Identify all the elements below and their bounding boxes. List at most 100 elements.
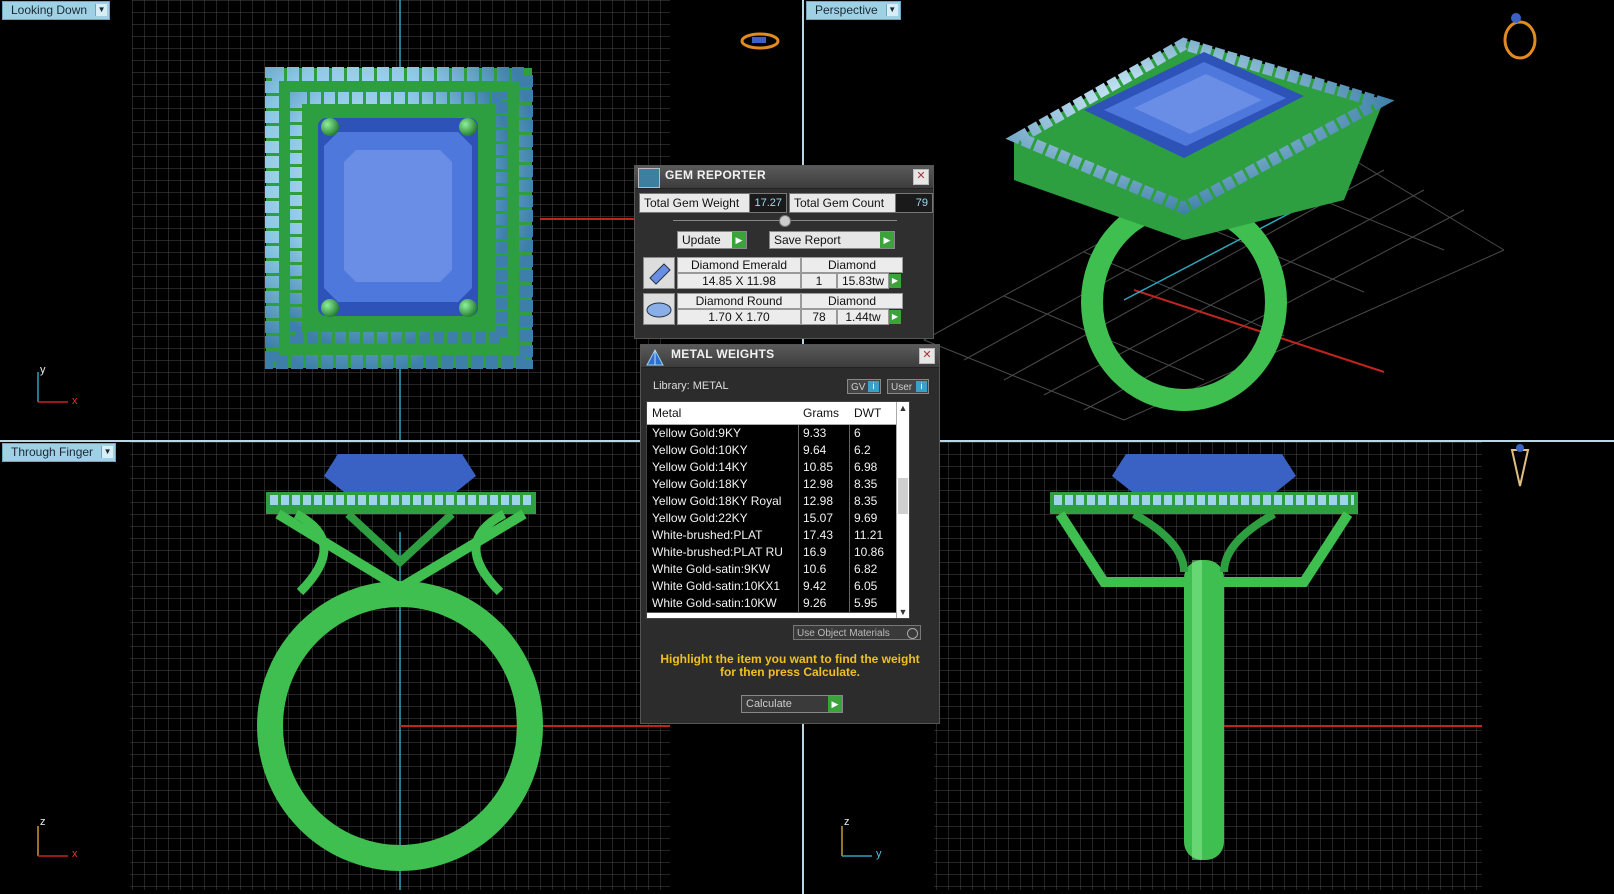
grams-cell: 12.98 <box>799 493 850 510</box>
gv-toggle[interactable]: GV i <box>847 379 881 394</box>
play-icon: ▶ <box>828 696 842 712</box>
metal-name-cell: Yellow Gold:22KY <box>647 510 799 527</box>
metal-name-cell: Yellow Gold:9KY <box>647 425 799 442</box>
table-row[interactable]: Yellow Gold:18KY Royal 12.98 8.35 <box>647 493 907 511</box>
grams-cell: 16.9 <box>799 544 850 561</box>
scroll-up-icon[interactable]: ▲ <box>897 402 909 414</box>
calculate-button[interactable]: Calculate ▶ <box>741 695 843 713</box>
grams-cell: 10.85 <box>799 459 850 476</box>
gem-reporter-panel: GEM REPORTER ✕ Total Gem Weight 17.27 To… <box>634 165 934 339</box>
table-row[interactable]: Yellow Gold:18KY 12.98 8.35 <box>647 476 907 494</box>
metal-name-cell: White Gold-satin:10KW <box>647 595 799 612</box>
grams-cell: 15.07 <box>799 510 850 527</box>
table-row[interactable]: White Gold-satin:10KX1 9.42 6.05 <box>647 578 907 596</box>
close-icon[interactable]: ✕ <box>919 348 935 364</box>
gem-weight: 1.44tw <box>837 309 889 325</box>
grams-cell: 9.42 <box>799 578 850 595</box>
total-gem-weight-label: Total Gem Weight <box>639 193 759 213</box>
gem-row-go-icon[interactable]: ▶ <box>889 274 901 288</box>
save-report-button[interactable]: Save Report ▶ <box>769 231 895 249</box>
axis-label-x: x <box>72 395 78 407</box>
table-row[interactable]: White-brushed:PLAT RU 16.9 10.86 <box>647 544 907 562</box>
axis-label-y: y <box>40 364 46 376</box>
slider-knob[interactable] <box>779 215 791 227</box>
library-label: Library: METAL <box>653 380 729 392</box>
update-button[interactable]: Update ▶ <box>677 231 747 249</box>
axis-label-z: z <box>40 816 46 828</box>
metal-name-cell: Yellow Gold:14KY <box>647 459 799 476</box>
save-report-label: Save Report <box>774 233 841 247</box>
metal-name-cell: White-brushed:PLAT RU <box>647 544 799 561</box>
radio-icon <box>907 628 918 639</box>
grams-cell: 17.43 <box>799 527 850 544</box>
column-header-grams[interactable]: Grams <box>803 402 839 424</box>
metal-weights-panel: METAL WEIGHTS ✕ Library: METAL GV i User… <box>640 344 940 724</box>
viewport-menu-through-finger[interactable]: Through Finger ▼ <box>2 443 117 462</box>
chevron-down-icon[interactable]: ▼ <box>885 4 898 16</box>
gem-size: 1.70 X 1.70 <box>677 309 801 325</box>
table-row[interactable]: White Gold-satin:10KW 9.26 5.95 <box>647 595 907 613</box>
close-icon[interactable]: ✕ <box>913 169 929 185</box>
play-icon: ▶ <box>732 232 746 248</box>
gem-count: 1 <box>801 273 837 289</box>
gem-row[interactable]: Diamond Emerald Diamond 14.85 X 11.98 1 … <box>643 257 906 289</box>
viewport-menu-looking-down[interactable]: Looking Down ▼ <box>2 1 111 20</box>
grams-cell: 9.64 <box>799 442 850 459</box>
metal-name-cell: White Gold-satin:9KW <box>647 561 799 578</box>
table-scrollbar[interactable]: ▲ ▼ <box>896 402 909 618</box>
axis-label-z: z <box>844 816 850 828</box>
gem-row[interactable]: Diamond Round Diamond 1.70 X 1.70 78 1.4… <box>643 293 906 325</box>
metal-name-cell: Yellow Gold:18KY Royal <box>647 493 799 510</box>
metal-weights-table[interactable]: Metal Grams DWT Yellow Gold:9KY 9.33 6 Yell… <box>646 401 910 619</box>
update-label: Update <box>682 233 721 247</box>
play-icon: ▶ <box>880 232 894 248</box>
metal-weights-title: METAL WEIGHTS <box>671 347 775 361</box>
scrollbar-thumb[interactable] <box>898 478 908 514</box>
gem-reporter-titlebar[interactable]: GEM REPORTER ✕ <box>635 166 933 189</box>
total-gem-count-value: 79 <box>895 193 933 213</box>
column-header-dwt[interactable]: DWT <box>854 402 881 424</box>
metal-weights-icon <box>644 347 666 367</box>
metal-name-cell: Yellow Gold:10KY <box>647 442 799 459</box>
table-row[interactable]: Yellow Gold:10KY 9.64 6.2 <box>647 442 907 460</box>
column-header-metal[interactable]: Metal <box>652 402 681 424</box>
gem-row-go-icon[interactable]: ▶ <box>889 310 901 324</box>
table-row[interactable]: Yellow Gold:14KY 10.85 6.98 <box>647 459 907 477</box>
table-row[interactable]: Yellow Gold:22KY 15.07 9.69 <box>647 510 907 528</box>
grams-cell: 9.33 <box>799 425 850 442</box>
metal-weights-titlebar[interactable]: METAL WEIGHTS ✕ <box>641 345 939 368</box>
table-row[interactable]: White-brushed:PLAT 17.43 11.21 <box>647 527 907 545</box>
viewport-menu-perspective[interactable]: Perspective ▼ <box>806 1 901 20</box>
calculate-hint: Highlight the item you want to find the … <box>660 652 920 679</box>
info-icon: i <box>916 381 927 392</box>
use-object-materials-toggle[interactable]: Use Object Materials <box>793 625 921 640</box>
calculate-label: Calculate <box>746 698 792 710</box>
gem-weight: 15.83tw <box>837 273 889 289</box>
info-icon: i <box>868 381 879 392</box>
metal-name-cell: Yellow Gold:18KY <box>647 476 799 493</box>
user-toggle[interactable]: User i <box>887 379 929 394</box>
table-header: Metal Grams DWT <box>647 402 903 425</box>
gem-reporter-title: GEM REPORTER <box>665 168 766 182</box>
scroll-down-icon[interactable]: ▼ <box>897 606 909 618</box>
grams-cell: 9.26 <box>799 595 850 612</box>
axis-label-y: y <box>876 848 882 860</box>
table-row[interactable]: Yellow Gold:9KY 9.33 6 <box>647 425 907 443</box>
total-gem-weight-value: 17.27 <box>749 193 787 213</box>
metal-name-cell: White-brushed:PLAT <box>647 527 799 544</box>
viewport-label-text: Perspective <box>815 3 878 17</box>
metal-name-cell: White Gold-satin:10KX1 <box>647 578 799 595</box>
table-row[interactable]: White Gold-satin:9KW 10.6 6.82 <box>647 561 907 579</box>
gem-name: Diamond Emerald <box>677 257 801 273</box>
round-gem-icon <box>643 293 675 325</box>
grams-cell: 10.6 <box>799 561 850 578</box>
grams-cell: 12.98 <box>799 476 850 493</box>
chevron-down-icon[interactable]: ▼ <box>101 446 114 458</box>
chevron-down-icon[interactable]: ▼ <box>95 4 108 16</box>
gem-name: Diamond Round <box>677 293 801 309</box>
gem-reporter-icon <box>638 168 660 188</box>
viewport-label-text: Looking Down <box>11 3 88 17</box>
axis-label-x: x <box>72 848 78 860</box>
user-label: User <box>891 382 913 393</box>
gem-size: 14.85 X 11.98 <box>677 273 801 289</box>
